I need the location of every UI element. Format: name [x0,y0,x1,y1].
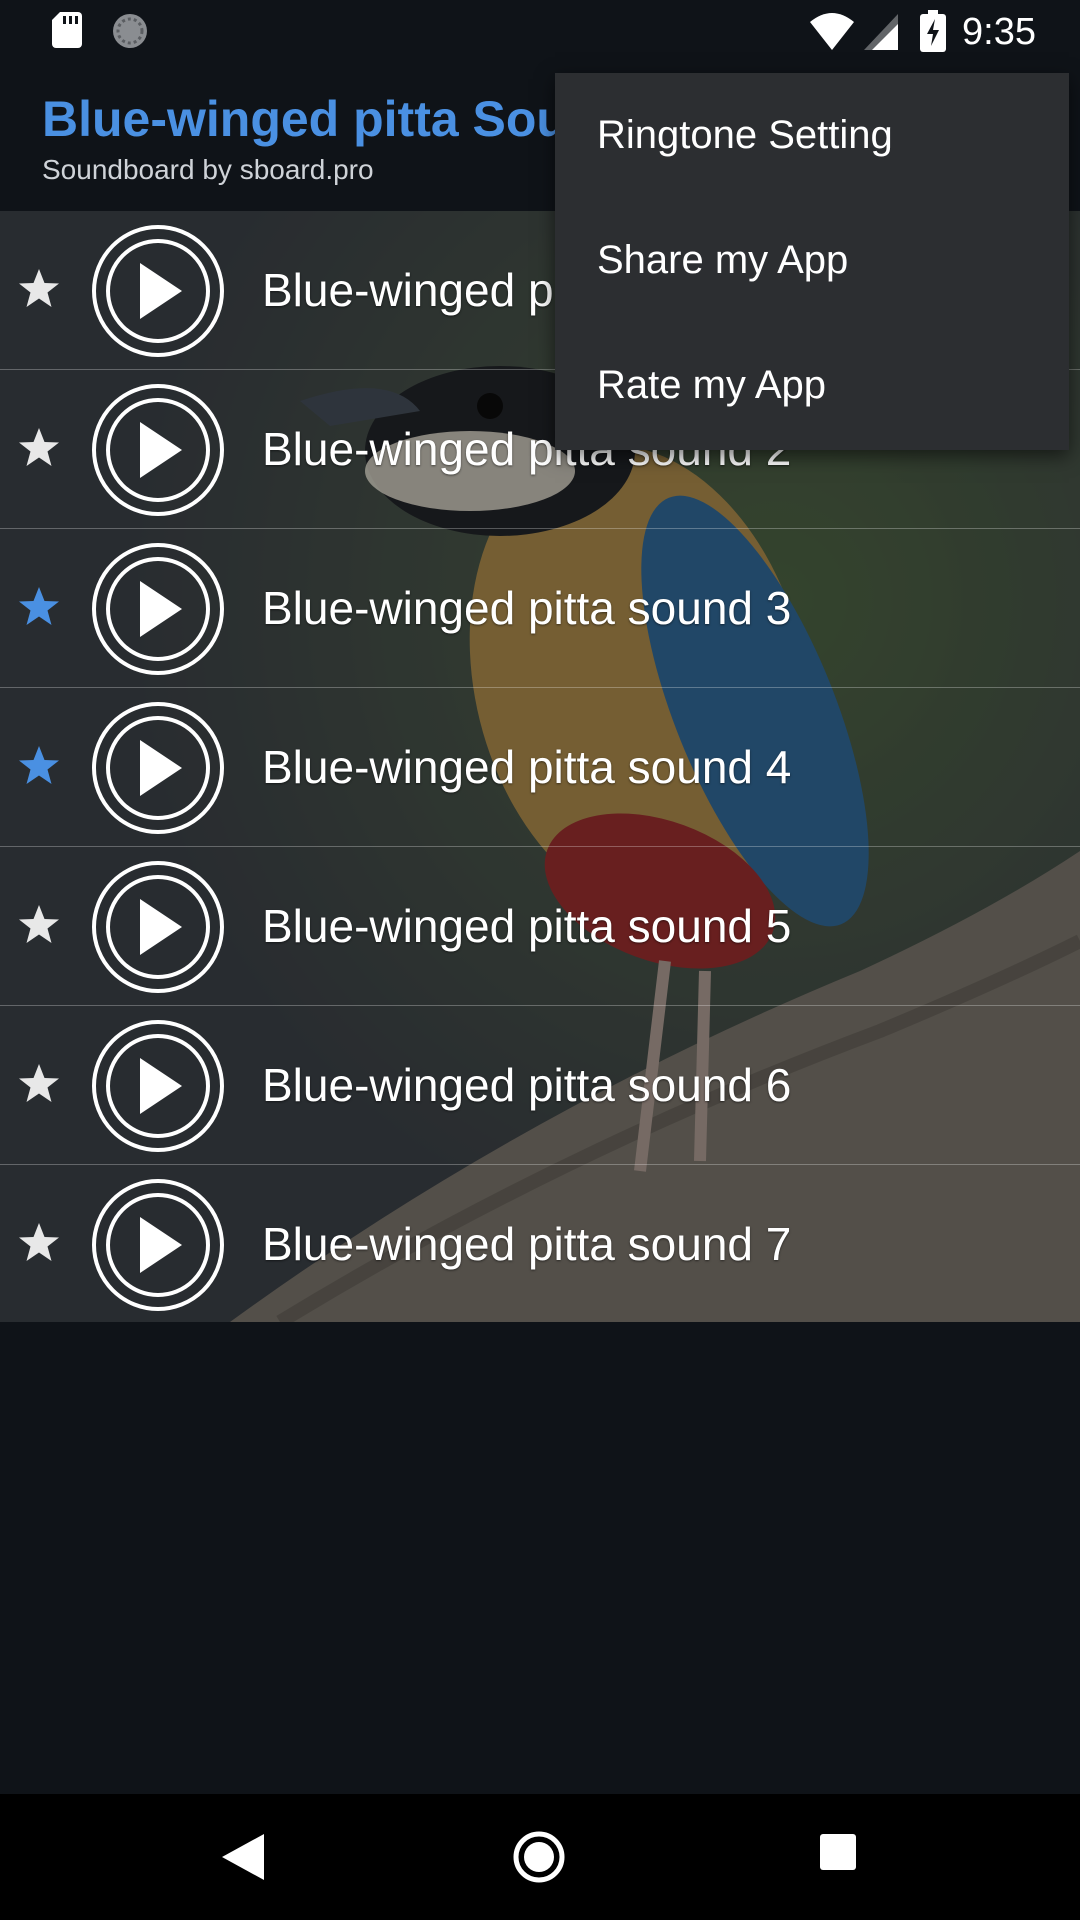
sound-row[interactable]: Blue-winged pitta sound 5 [0,847,1080,1006]
wifi-icon [810,13,854,50]
sound-row[interactable]: Blue-winged pitta sound 6 [0,1006,1080,1165]
favorite-star-icon[interactable] [16,743,62,789]
sound-label: Blue-winged p [262,264,554,316]
favorite-star-icon[interactable] [16,266,62,312]
sound-label: Blue-winged pitta sound 3 [262,582,792,634]
play-button-icon[interactable] [90,700,226,836]
favorite-star-icon[interactable] [16,584,62,630]
favorite-star-icon[interactable] [16,425,62,471]
sound-label: Blue-winged pitta sound 4 [262,741,792,793]
navigation-bar [0,1794,1080,1920]
screen: 9:35 Blue-winged pitta Sou Soundboard by… [0,0,1080,1920]
play-button-icon[interactable] [90,382,226,518]
overflow-menu: Ringtone Setting Share my App Rate my Ap… [555,73,1069,450]
sound-label: Blue-winged pitta sound 7 [262,1218,792,1270]
play-button-icon[interactable] [90,1018,226,1154]
status-bar: 9:35 [0,0,1080,63]
home-icon[interactable] [513,1831,565,1883]
status-time: 9:35 [962,11,1036,53]
app-subtitle: Soundboard by sboard.pro [42,154,374,185]
sound-row[interactable]: Blue-winged pitta sound 7 [0,1165,1080,1322]
play-button-icon[interactable] [90,541,226,677]
play-button-icon[interactable] [90,859,226,995]
sync-icon [113,14,147,48]
sound-label: Blue-winged pitta sound 5 [262,900,792,952]
app-title: Blue-winged pitta Sou [42,91,567,147]
menu-item-share-app[interactable]: Share my App [555,198,1069,323]
signal-icon [864,14,898,50]
sd-card-icon [52,12,82,48]
favorite-star-icon[interactable] [16,902,62,948]
favorite-star-icon[interactable] [16,1220,62,1266]
menu-item-rate-app[interactable]: Rate my App [555,323,1069,448]
sound-label: Blue-winged pitta sound 6 [262,1059,792,1111]
sound-row[interactable]: Blue-winged pitta sound 4 [0,688,1080,847]
battery-charging-icon [920,10,946,52]
sound-row[interactable]: Blue-winged pitta sound 3 [0,529,1080,688]
play-button-icon[interactable] [90,223,226,359]
menu-item-ringtone-setting[interactable]: Ringtone Setting [555,73,1069,198]
play-button-icon[interactable] [90,1177,226,1313]
recents-icon[interactable] [820,1834,856,1870]
favorite-star-icon[interactable] [16,1061,62,1107]
back-icon[interactable] [220,1832,266,1882]
